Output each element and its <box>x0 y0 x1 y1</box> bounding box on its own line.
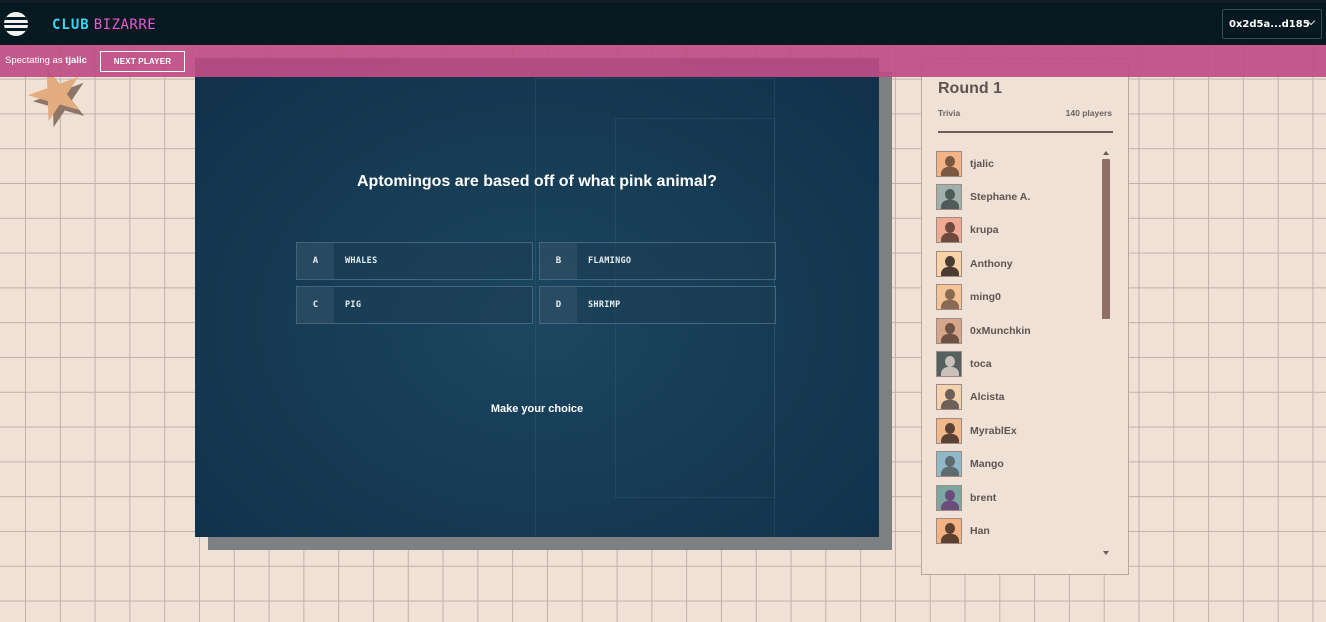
avatar <box>936 384 962 411</box>
player-name: brent <box>970 491 997 504</box>
trivia-question: Aptomingos are based off of what pink an… <box>356 173 718 190</box>
brand-club-text: CLUB <box>52 17 90 33</box>
game-type-label: Trivia <box>938 108 961 118</box>
player-row[interactable]: ming0 <box>936 281 1106 314</box>
wallet-address: 0x2d5a...d185 <box>1229 18 1310 30</box>
player-name: Anthony <box>970 257 1013 270</box>
avatar <box>936 150 962 177</box>
player-row[interactable]: tjalic <box>936 147 1106 180</box>
avatar <box>936 351 962 378</box>
avatar <box>936 250 962 277</box>
player-row[interactable]: Anthony <box>936 247 1106 280</box>
player-list[interactable]: tjalic Stephane A. krupa Anthony ming0 0xMunc… <box>936 147 1106 557</box>
answer-letter: C <box>297 287 334 323</box>
player-row[interactable]: brent <box>936 481 1106 514</box>
round-players-panel: Round 1 Trivia 140 players tjalic Stephan… <box>921 58 1129 575</box>
player-row[interactable]: Mango <box>936 448 1106 481</box>
answer-letter: A <box>297 243 334 279</box>
player-name: Han <box>970 524 990 537</box>
player-list-scrollbar[interactable] <box>1102 159 1110 319</box>
player-name: tjalic <box>970 157 994 170</box>
next-player-button[interactable]: NEXT PLAYER <box>100 51 185 72</box>
player-row[interactable]: Alcista <box>936 381 1106 414</box>
panel-divider <box>938 131 1113 133</box>
player-name: ming0 <box>970 291 1001 304</box>
scroll-down-arrow-icon[interactable] <box>1103 551 1109 555</box>
player-name: Mango <box>970 458 1004 471</box>
answer-letter: D <box>540 287 577 323</box>
spectating-username: tjalic <box>65 55 87 66</box>
trivia-game-panel: Aptomingos are based off of what pink an… <box>195 58 879 537</box>
avatar <box>936 184 962 211</box>
spectating-label: Spectating as tjalic <box>5 55 87 66</box>
answer-option-b[interactable]: B FLAMINGO <box>539 242 776 280</box>
player-count: 140 players <box>1065 108 1112 118</box>
wallet-dropdown[interactable]: 0x2d5a...d185 <box>1222 9 1322 39</box>
spectating-prefix: Spectating as <box>5 55 63 66</box>
scroll-up-arrow-icon[interactable] <box>1103 151 1109 155</box>
player-row[interactable]: 0xMunchkin <box>936 314 1106 347</box>
answer-option-c[interactable]: C PIG <box>296 286 533 324</box>
answer-text: FLAMINGO <box>588 256 632 266</box>
avatar <box>936 451 962 478</box>
answer-text: PIG <box>345 300 362 310</box>
brand-bizarre-text: BIZARRE <box>93 17 157 33</box>
top-navigation-bar: CLUB BIZARRE 0x2d5a...d185 <box>0 0 1326 45</box>
player-name: MyrablEx <box>970 424 1017 437</box>
player-name: Alcista <box>970 391 1005 404</box>
player-name: Stephane A. <box>970 191 1031 204</box>
answer-text: SHRIMP <box>588 300 621 310</box>
player-row[interactable]: toca <box>936 347 1106 380</box>
club-bizarre-logo[interactable]: CLUB BIZARRE <box>52 15 156 35</box>
player-name: 0xMunchkin <box>970 324 1031 337</box>
answer-option-a[interactable]: A WHALES <box>296 242 533 280</box>
player-name: krupa <box>970 224 999 237</box>
avatar <box>936 317 962 344</box>
avatar <box>936 217 962 244</box>
avatar <box>936 517 962 544</box>
player-row[interactable]: Stephane A. <box>936 180 1106 213</box>
avatar <box>936 417 962 444</box>
avatar <box>936 484 962 511</box>
player-row[interactable]: Han <box>936 514 1106 547</box>
round-title: Round 1 <box>938 80 1002 97</box>
avatar <box>936 284 962 311</box>
player-row[interactable]: MyrablEx <box>936 414 1106 447</box>
spectating-bar: Spectating as tjalic NEXT PLAYER <box>0 45 1326 77</box>
hamburger-circle-icon[interactable] <box>4 12 28 36</box>
answer-letter: B <box>540 243 577 279</box>
player-row[interactable]: krupa <box>936 214 1106 247</box>
player-name: toca <box>970 358 992 371</box>
answer-text: WHALES <box>345 256 378 266</box>
answer-option-d[interactable]: D SHRIMP <box>539 286 776 324</box>
choice-prompt: Make your choice <box>490 403 584 415</box>
